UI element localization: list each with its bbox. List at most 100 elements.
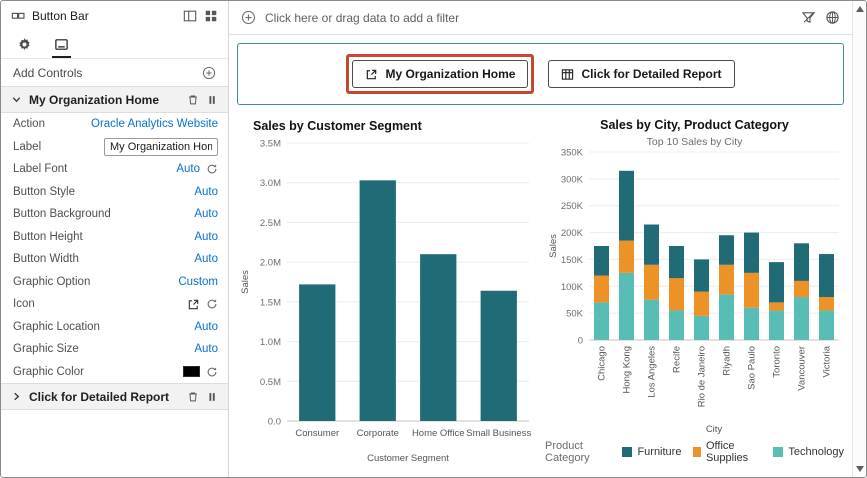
prop-label: Button Style: [13, 185, 76, 198]
svg-text:250K: 250K: [560, 201, 583, 212]
color-swatch[interactable]: [183, 366, 200, 378]
layout-toggle-icon[interactable]: [183, 9, 197, 23]
my-organization-home-button[interactable]: My Organization Home: [352, 60, 529, 88]
panel-title: Button Bar: [32, 9, 89, 23]
main-area: Click here or drag data to add a filter …: [229, 1, 852, 477]
trash-icon[interactable]: [187, 391, 199, 403]
scroll-up-arrow[interactable]: [855, 6, 864, 12]
legend-item[interactable]: Office Supplies: [693, 440, 761, 464]
chart-title: Sales by City, Product Category: [600, 118, 789, 132]
prop-row-button-background: Button Background Auto: [1, 203, 228, 226]
svg-text:Toronto: Toronto: [771, 346, 782, 378]
button-background-value[interactable]: Auto: [194, 208, 218, 220]
button-height-value[interactable]: Auto: [194, 231, 218, 243]
trash-icon[interactable]: [187, 94, 199, 106]
action-link[interactable]: Oracle Analytics Website: [91, 118, 218, 130]
svg-text:Riyadh: Riyadh: [721, 346, 732, 376]
legend-label: Technology: [788, 446, 844, 458]
svg-text:Customer Segment: Customer Segment: [367, 453, 449, 464]
button-style-value[interactable]: Auto: [194, 186, 218, 198]
legend-item[interactable]: Furniture: [622, 446, 681, 458]
legend-label: Office Supplies: [705, 440, 749, 464]
label-font-value[interactable]: Auto: [176, 163, 200, 175]
sales-by-segment-chart[interactable]: 0.0 0.5M 1.0M 1.5M 2.0M 2.5M 3.0M 3.5M Consumer C…: [237, 135, 539, 467]
globe-icon[interactable]: [825, 10, 840, 25]
svg-text:100K: 100K: [560, 282, 583, 293]
svg-text:200K: 200K: [560, 228, 583, 239]
add-control-plus-icon[interactable]: [202, 66, 216, 80]
svg-text:150K: 150K: [560, 255, 583, 266]
label-input[interactable]: [104, 137, 218, 156]
svg-text:Chicago: Chicago: [596, 346, 607, 381]
prop-row-button-width: Button Width Auto: [1, 248, 228, 271]
svg-text:Recife: Recife: [671, 346, 682, 373]
button-bar-icon: [11, 9, 25, 23]
svg-text:0: 0: [577, 336, 582, 347]
svg-text:Sales: Sales: [240, 270, 251, 294]
prop-row-label-font: Label Font Auto: [1, 158, 228, 181]
scroll-down-arrow[interactable]: [855, 466, 864, 472]
section-title: My Organization Home: [29, 92, 160, 107]
filter-options-icon[interactable]: [801, 10, 816, 25]
button-label: My Organization Home: [385, 67, 516, 81]
chart-legend: Product Category Furniture Office Supplie…: [545, 440, 844, 464]
graphic-location-value[interactable]: Auto: [194, 321, 218, 333]
reset-icon[interactable]: [206, 298, 218, 310]
drag-grip-icon[interactable]: [206, 391, 218, 403]
reset-icon[interactable]: [206, 366, 218, 378]
click-for-detailed-report-button[interactable]: Click for Detailed Report: [548, 60, 735, 88]
legend-swatch: [693, 447, 701, 457]
svg-text:2.0M: 2.0M: [260, 258, 281, 269]
sales-by-city-chart[interactable]: 0 50K 100K 150K 200K 250K 300K 350K Chicago Hong …: [545, 148, 845, 438]
svg-text:Sales: Sales: [548, 234, 559, 258]
filter-bar-placeholder: Click here or drag data to add a filter: [265, 10, 460, 25]
property-list: Action Oracle Analytics Website Label La…: [1, 113, 228, 383]
svg-text:0.0: 0.0: [268, 417, 281, 428]
gear-icon: [17, 37, 32, 52]
dashboard-canvas: My Organization Home Click for Detailed …: [229, 35, 852, 477]
legend-label: Furniture: [637, 446, 682, 458]
drag-grip-icon[interactable]: [206, 94, 218, 106]
panel-tabs: [1, 31, 228, 59]
grid-toggle-icon[interactable]: [204, 9, 218, 23]
prop-label: Graphic Option: [13, 275, 91, 288]
prop-label: Label: [13, 140, 42, 153]
graphic-option-value[interactable]: Custom: [178, 276, 218, 288]
prop-row-graphic-size: Graphic Size Auto: [1, 338, 228, 361]
prop-row-graphic-option: Graphic Option Custom: [1, 271, 228, 294]
prop-label: Graphic Color: [13, 365, 84, 378]
section-click-for-detailed-report[interactable]: Click for Detailed Report: [1, 383, 228, 410]
svg-text:1.0M: 1.0M: [260, 337, 281, 348]
svg-text:0.5M: 0.5M: [260, 377, 281, 388]
add-filter-plus-icon[interactable]: [241, 10, 256, 25]
prop-label: Graphic Location: [13, 320, 100, 333]
prop-label: Icon: [13, 298, 35, 311]
add-controls-row[interactable]: Add Controls: [1, 59, 228, 86]
open-in-new-icon[interactable]: [187, 298, 200, 311]
reset-icon[interactable]: [206, 163, 218, 175]
svg-text:Hong Kong: Hong Kong: [621, 346, 632, 394]
svg-text:2.5M: 2.5M: [260, 218, 281, 229]
vertical-scrollbar[interactable]: [852, 1, 866, 477]
legend-title: Product Category: [545, 440, 590, 464]
filter-bar[interactable]: Click here or drag data to add a filter: [229, 1, 852, 35]
legend-swatch: [773, 447, 784, 457]
sales-by-city-viz[interactable]: Sales by City, Product Category Top 10 S…: [545, 109, 844, 472]
tab-general-settings[interactable]: [15, 35, 34, 58]
svg-text:3.5M: 3.5M: [260, 139, 281, 150]
button-width-value[interactable]: Auto: [194, 253, 218, 265]
legend-item[interactable]: Technology: [773, 446, 844, 458]
sales-by-segment-viz[interactable]: Sales by Customer Segment 0.0 0.5M 1.0M 1.5…: [237, 109, 545, 472]
button-bar-visualization[interactable]: My Organization Home Click for Detailed …: [237, 43, 844, 105]
svg-text:1.5M: 1.5M: [260, 297, 281, 308]
tab-button-properties[interactable]: [52, 35, 71, 58]
section-my-organization-home[interactable]: My Organization Home: [1, 86, 228, 113]
svg-text:Sao Paulo: Sao Paulo: [746, 346, 757, 390]
red-annotation-box: My Organization Home: [346, 54, 535, 94]
svg-text:50K: 50K: [566, 309, 584, 320]
legend-swatch: [622, 447, 633, 457]
graphic-size-value[interactable]: Auto: [194, 343, 218, 355]
button-label: Click for Detailed Report: [581, 67, 722, 81]
prop-label: Button Background: [13, 208, 111, 221]
prop-row-label: Label: [1, 136, 228, 159]
